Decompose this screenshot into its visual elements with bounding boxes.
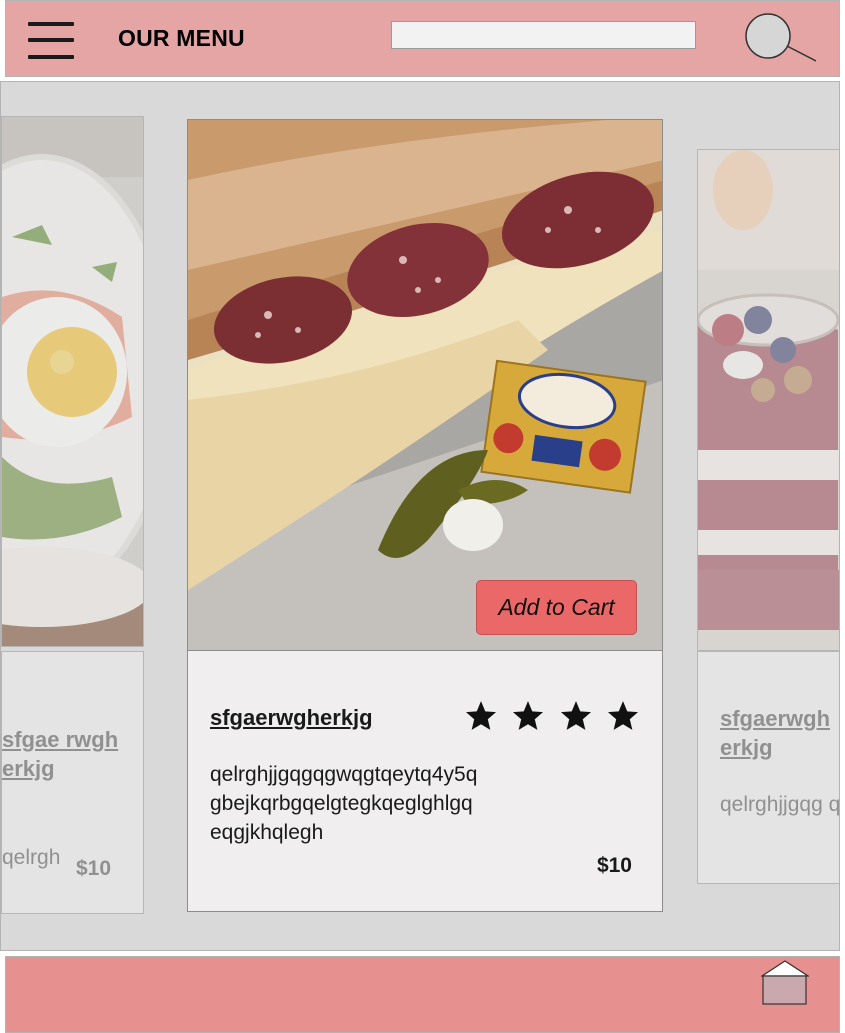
- menu-card-current: Add to Cart sfgaerwgherkjg qelrghjjgqgqg…: [187, 119, 665, 915]
- bottom-bar: [5, 956, 840, 1033]
- card-info: sfgaerwgh erkjg qelrghjjgqg qgwqgtqeyt: [697, 651, 840, 884]
- search-icon[interactable]: [738, 11, 816, 67]
- item-price: $10: [596, 854, 632, 877]
- item-price: $10: [76, 857, 112, 880]
- berry-yogurt-parfait-image: [697, 149, 839, 651]
- menu-line: [28, 55, 74, 59]
- item-name-link[interactable]: sfgaerwgherkjg: [210, 703, 373, 732]
- star-icon[interactable]: [606, 699, 640, 733]
- item-description: qelrgh: [2, 846, 61, 869]
- item-name-link[interactable]: sfgae rwgh erkjg: [2, 725, 142, 783]
- menu-line: [28, 22, 74, 26]
- item-name-link[interactable]: sfgaerwgh erkjg: [720, 704, 839, 762]
- home-icon[interactable]: [761, 960, 809, 1006]
- salami-baguette-sandwich-image: Add to Cart: [187, 119, 663, 651]
- search-input[interactable]: [391, 21, 696, 49]
- card-info: sfgaerwgherkjg qelrghjjgqgqgwqgtqeytq4y5…: [187, 650, 663, 912]
- item-description: qelrghjjgqgqgwqgtqeytq4y5q gbejkqrbgqelg…: [210, 763, 478, 844]
- hamburger-menu-icon[interactable]: [28, 19, 74, 63]
- page-title: OUR MENU: [118, 25, 245, 51]
- menu-carousel: sfgae rwgh erkjg qelrgh $10 Add to Cart …: [0, 81, 840, 951]
- star-icon[interactable]: [559, 699, 593, 733]
- card-info: sfgae rwgh erkjg qelrgh $10: [1, 651, 144, 914]
- add-to-cart-button[interactable]: Add to Cart: [476, 580, 637, 635]
- rating-stars[interactable]: [464, 699, 640, 735]
- star-icon[interactable]: [511, 699, 545, 733]
- menu-line: [28, 38, 74, 42]
- item-description: qelrghjjgqg qgwqgtqeyt: [720, 793, 840, 816]
- fried-egg-plate-image: [1, 116, 144, 647]
- top-bar: OUR MENU: [5, 0, 840, 77]
- star-icon[interactable]: [464, 699, 498, 733]
